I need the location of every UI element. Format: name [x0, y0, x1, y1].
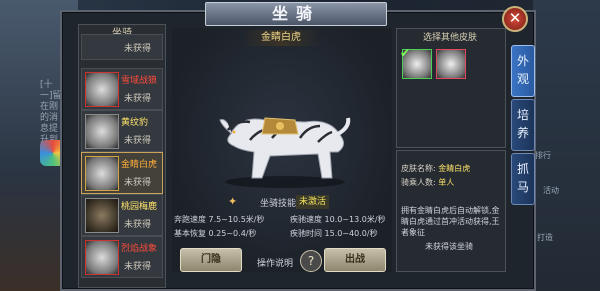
- mount-status: 未获得: [124, 94, 152, 104]
- mount-list-item[interactable]: 烈焰战象 未获得: [81, 236, 163, 278]
- ride-button[interactable]: 出战: [324, 248, 386, 272]
- mount-name: 黄纹豹: [121, 118, 149, 128]
- mount-list-item[interactable]: 未获得: [81, 34, 163, 60]
- riders-label: 骑乘人数:: [401, 178, 436, 187]
- right-hud: 排行 活动 打造: [533, 0, 600, 291]
- mount-status: 未获得: [124, 220, 152, 230]
- mount-name: 桃园梅鹿: [121, 202, 158, 212]
- skin-option-default[interactable]: ✔: [400, 46, 432, 79]
- mount-name: 烈焰战象: [121, 244, 158, 254]
- skin-name-value: 金睛白虎: [438, 164, 471, 173]
- question-icon[interactable]: ?: [300, 250, 322, 272]
- skin-name-row: 皮肤名称: 金睛白虎: [401, 163, 470, 174]
- hud-label-rank[interactable]: 排行: [535, 150, 551, 161]
- preview-mount-name: 金睛白虎: [241, 30, 321, 46]
- stat-dash-time: 疾驰时间 15.0~40.0/秒: [290, 229, 378, 238]
- mount-thumbnail: [85, 156, 119, 191]
- mount-thumbnail: [85, 240, 119, 275]
- stat-run-speed: 奔跑速度 7.5~10.5米/秒: [174, 215, 265, 224]
- window-title-bar: 坐骑: [205, 2, 387, 26]
- skin-panel-header: 选择其他皮肤: [422, 33, 477, 43]
- stat-dash-speed: 疾驰速度 10.0~13.0米/秒: [290, 215, 386, 224]
- skin-info-panel: 皮肤名称: 金睛白虎 骑乘人数: 单人 拥有金睛白虎后自动解锁,金睛白虎通过首冲…: [396, 150, 506, 272]
- mount-status: 未获得: [124, 178, 152, 188]
- tab-catch[interactable]: 抓马: [511, 153, 535, 205]
- mount-name: 雪域战狼: [121, 76, 158, 86]
- stat-base-recover: 基本恢复 0.25~0.4/秒: [174, 229, 257, 238]
- mount-list-item[interactable]: 桃园梅鹿 未获得: [81, 194, 163, 236]
- mount-status: 未获得: [124, 262, 152, 272]
- riders-row: 骑乘人数: 单人: [401, 177, 454, 188]
- skin-description: 拥有金睛白虎后自动解锁,金睛白虎通过首冲活动获得,王者象征: [401, 206, 500, 237]
- mount-stats: 奔跑速度 7.5~10.5米/秒 疾驰速度 10.0~13.0米/秒 基本恢复 …: [172, 212, 394, 240]
- tab-appearance-label: 外观: [517, 54, 530, 86]
- riders-value: 单人: [438, 178, 455, 187]
- tab-train-label: 培养: [517, 108, 530, 140]
- mount-skill-bar: ✦ 坐骑技能 未激活: [228, 195, 332, 209]
- mount-thumbnail: [85, 114, 119, 149]
- skill-state: 未激活: [296, 195, 330, 209]
- skill-label: 坐骑技能: [260, 199, 297, 209]
- tiger-mount-illustration: [219, 117, 351, 188]
- skin-option-alt[interactable]: [436, 49, 466, 79]
- mount-thumbnail: [85, 198, 119, 233]
- help-label[interactable]: 操作说明: [257, 256, 293, 269]
- mount-list-item[interactable]: 黄纹豹 未获得: [81, 110, 163, 152]
- tab-appearance[interactable]: 外观: [511, 45, 535, 97]
- skin-name-label: 皮肤名称:: [401, 164, 436, 173]
- skill-icon[interactable]: ✦: [228, 195, 242, 209]
- chat-text: [十一]留在刚的消息提升到: [40, 80, 62, 145]
- hud-label-forge[interactable]: 打造: [537, 232, 553, 243]
- mount-list-item[interactable]: 金睛白虎 未获得: [81, 152, 163, 194]
- tab-catch-label: 抓马: [517, 162, 530, 194]
- mount-status: 未获得: [124, 136, 152, 146]
- mount-status: 未获得: [124, 44, 152, 54]
- mount-list-item[interactable]: 雪域战狼 未获得: [81, 68, 163, 110]
- tab-train[interactable]: 培养: [511, 99, 535, 151]
- hud-label-event[interactable]: 活动: [543, 185, 559, 196]
- not-owned-text: 未获得该坐骑: [425, 242, 473, 251]
- skin-panel: [396, 28, 506, 148]
- window-title: 坐骑: [271, 4, 320, 23]
- hide-button[interactable]: 门隐: [180, 248, 242, 272]
- mount-name: 金睛白虎: [121, 160, 158, 170]
- check-icon: ✔: [400, 46, 411, 60]
- mount-thumbnail: [85, 72, 119, 107]
